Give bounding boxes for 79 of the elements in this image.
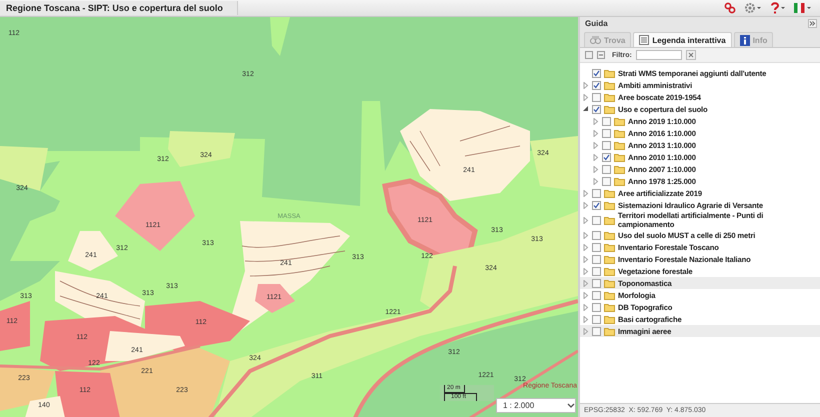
layer-checkbox[interactable] (592, 254, 601, 264)
collapsed-arrow-icon[interactable] (583, 268, 589, 274)
collapsed-arrow-icon[interactable] (583, 316, 589, 322)
layer-checkbox[interactable] (592, 326, 601, 336)
folder-icon (604, 104, 615, 114)
link-icon[interactable] (724, 2, 736, 14)
layer-checkbox[interactable] (592, 68, 601, 78)
collapsed-arrow-icon[interactable] (583, 328, 589, 334)
collapsed-arrow-icon[interactable] (583, 202, 589, 208)
folder-icon (604, 326, 615, 336)
info-icon (740, 34, 750, 46)
expanded-arrow-icon[interactable] (583, 106, 589, 112)
layer-checkbox[interactable] (592, 104, 601, 114)
folder-icon (604, 242, 615, 252)
layer-checkbox[interactable] (602, 176, 611, 186)
collapsed-arrow-icon[interactable] (593, 154, 599, 160)
layer-checkbox[interactable] (592, 314, 601, 324)
folder-icon (604, 254, 615, 264)
flag-icon[interactable] (794, 2, 812, 14)
folder-icon (604, 278, 615, 288)
collapsed-arrow-icon[interactable] (593, 178, 599, 184)
folder-icon (604, 302, 615, 312)
layer-checkbox[interactable] (602, 164, 611, 174)
layer-checkbox[interactable] (592, 302, 601, 312)
collapse-icon[interactable] (808, 19, 817, 28)
collapsed-arrow-icon[interactable] (583, 280, 589, 286)
caret-icon (567, 402, 575, 408)
folder-icon (604, 92, 615, 102)
collapsed-arrow-icon[interactable] (593, 142, 599, 148)
layer-checkbox[interactable] (592, 266, 601, 276)
folder-icon (604, 230, 615, 240)
collapsed-arrow-icon[interactable] (583, 82, 589, 88)
layer-checkbox[interactable] (592, 216, 601, 224)
collapsed-arrow-icon[interactable] (583, 94, 589, 100)
collapsed-arrow-icon[interactable] (583, 190, 589, 196)
settings-icon[interactable] (744, 2, 762, 14)
list-icon (639, 35, 650, 45)
collapsed-arrow-icon[interactable] (593, 130, 599, 136)
folder-icon (604, 68, 615, 78)
folder-icon (614, 152, 625, 162)
layer-checkbox[interactable] (592, 278, 601, 288)
folder-icon (604, 80, 615, 90)
folder-icon (614, 176, 625, 186)
folder-icon (614, 128, 625, 138)
scale-select[interactable]: 1 : 2.000 (496, 398, 576, 413)
help-icon[interactable] (770, 2, 786, 14)
folder-icon (604, 216, 615, 224)
collapsed-arrow-icon[interactable] (583, 232, 589, 238)
collapsed-arrow-icon[interactable] (583, 216, 589, 224)
layer-checkbox[interactable] (592, 188, 601, 198)
collapsed-arrow-icon[interactable] (593, 166, 599, 172)
layer-checkbox[interactable] (602, 116, 611, 126)
collapsed-arrow-icon[interactable] (593, 118, 599, 124)
layer-checkbox[interactable] (602, 152, 611, 162)
layer-checkbox[interactable] (592, 242, 601, 252)
folder-icon (604, 188, 615, 198)
layer-checkbox[interactable] (592, 92, 601, 102)
folder-icon (604, 200, 615, 210)
layer-checkbox[interactable] (592, 80, 601, 90)
folder-icon (614, 164, 625, 174)
window-title: Regione Toscana - SIPT: Uso e copertura del suolo (0, 1, 238, 15)
clear-icon[interactable] (686, 50, 696, 60)
collapsed-arrow-icon[interactable] (583, 256, 589, 262)
collapsed-arrow-icon[interactable] (583, 244, 589, 250)
folder-icon (614, 140, 625, 150)
collapsed-arrow-icon[interactable] (583, 292, 589, 298)
layer-checkbox[interactable] (592, 200, 601, 210)
folder-icon (614, 116, 625, 126)
collapse-all-icon[interactable] (597, 51, 605, 59)
layer-checkbox[interactable] (592, 290, 601, 300)
binoculars-icon (590, 35, 601, 45)
panel-title: Guida (585, 19, 609, 28)
filter-field[interactable] (636, 50, 682, 60)
expand-all-icon[interactable] (585, 51, 593, 59)
layer-checkbox[interactable] (602, 128, 611, 138)
collapsed-arrow-icon[interactable] (583, 304, 589, 310)
panel-tab[interactable]: Legenda interattiva (633, 32, 732, 47)
layer-checkbox[interactable] (592, 230, 601, 240)
layer-checkbox[interactable] (602, 140, 611, 150)
